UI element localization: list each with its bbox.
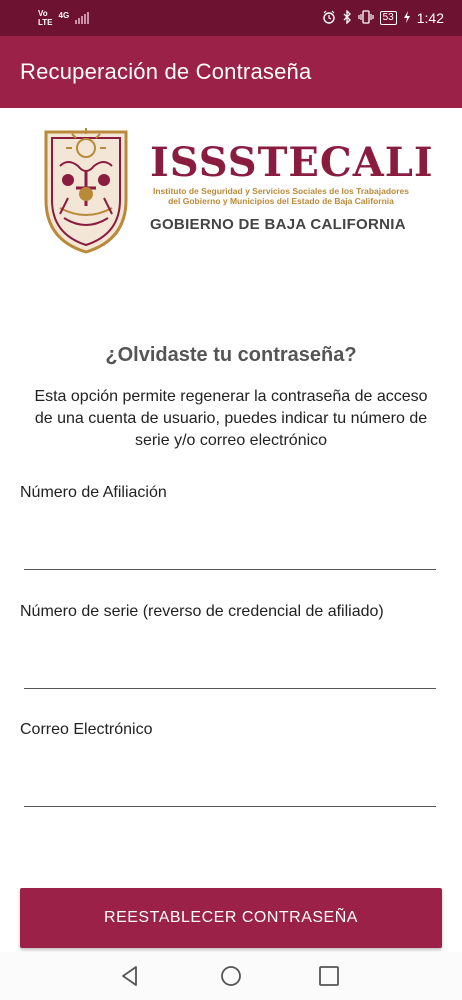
network-type: 4G <box>58 11 70 20</box>
baja-california-seal-icon <box>44 128 128 254</box>
affiliation-label: Número de Afiliación <box>20 484 167 501</box>
brand-name: ISSSTECALI <box>150 139 434 186</box>
carrier-top: Vo <box>38 9 48 18</box>
status-right: 53 1:42 <box>322 8 444 27</box>
app-bar: Recuperación de Contraseña <box>0 36 462 108</box>
email-input[interactable] <box>24 777 436 807</box>
issstecali-logo: ISSSTECALI Instituto de Seguridad y Serv… <box>38 122 434 262</box>
form-heading: ¿Olvidaste tu contraseña? <box>105 344 357 366</box>
serial-number-label: Número de serie (reverso de credencial d… <box>20 603 384 620</box>
system-nav-bar <box>0 952 462 1000</box>
government-name: GOBIERNO DE BAJA CALIFORNIA <box>150 216 406 233</box>
logo-text: ISSSTECALI Instituto de Seguridad y Serv… <box>150 139 434 234</box>
carrier-indicator: Vo LTE <box>38 9 53 27</box>
reset-password-button[interactable]: REESTABLECER CONTRASEÑA <box>20 888 442 948</box>
clock-time: 1:42 <box>416 10 444 26</box>
form-description: Esta opción permite regenerar la contras… <box>34 388 428 449</box>
alarm-icon <box>322 10 336 27</box>
brand-subtitle-line2: del Gobierno y Municipios del Estado de … <box>168 196 394 206</box>
email-label: Correo Electrónico <box>20 721 153 738</box>
serial-number-input[interactable] <box>24 659 436 689</box>
back-icon[interactable] <box>118 964 142 988</box>
carrier-bottom: LTE <box>38 18 53 27</box>
status-left: Vo LTE 4G <box>38 9 90 27</box>
home-icon[interactable] <box>219 964 243 988</box>
vibrate-icon <box>358 9 374 27</box>
signal-icon <box>75 12 90 24</box>
battery-icon: 53 <box>379 11 397 25</box>
bluetooth-icon <box>342 8 352 27</box>
affiliation-number-input[interactable] <box>24 540 436 570</box>
brand-subtitle-line1: Instituto de Seguridad y Servicios Socia… <box>152 186 410 196</box>
brand-subtitle: Instituto de Seguridad y Servicios Socia… <box>150 186 412 206</box>
recents-icon[interactable] <box>317 964 341 988</box>
page-title: Recuperación de Contraseña <box>20 59 312 84</box>
status-bar: Vo LTE 4G 53 1:42 <box>0 0 462 36</box>
charging-icon <box>403 10 411 26</box>
